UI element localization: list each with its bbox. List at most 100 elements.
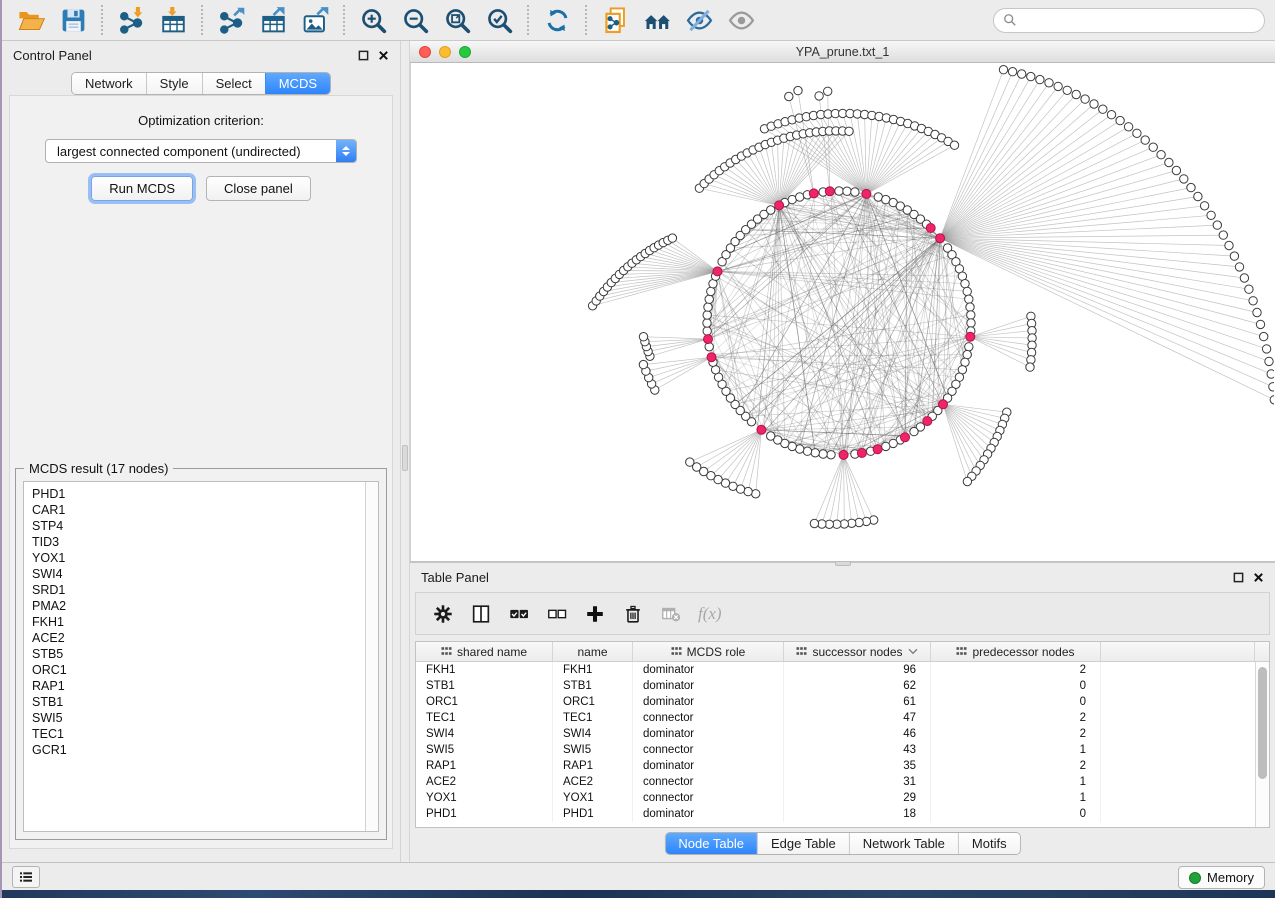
tab-node-table[interactable]: Node Table	[665, 833, 757, 854]
mcds-result-item[interactable]: CAR1	[32, 502, 378, 518]
table-cell: 1	[931, 742, 1101, 758]
network-canvas[interactable]	[410, 63, 1275, 561]
mcds-result-item[interactable]: STB5	[32, 646, 378, 662]
splitter-handle[interactable]	[402, 445, 408, 471]
desktop-wallpaper-edge	[0, 0, 2, 898]
new-network-from-selection-button[interactable]	[594, 3, 636, 37]
open-session-button[interactable]	[10, 3, 52, 37]
import-network-icon	[117, 6, 146, 35]
table-cell: 0	[931, 678, 1101, 694]
run-mcds-button[interactable]: Run MCDS	[91, 176, 193, 201]
mcds-result-item[interactable]: STB1	[32, 694, 378, 710]
mcds-result-item[interactable]: PHD1	[32, 486, 378, 502]
tab-mcds[interactable]: MCDS	[265, 73, 330, 94]
table-cell: 46	[784, 726, 931, 742]
tab-style[interactable]: Style	[146, 73, 202, 94]
function-builder-button[interactable]: f(x)	[698, 604, 722, 624]
mcds-result-item[interactable]: GCR1	[32, 742, 378, 758]
mcds-result-item[interactable]: STP4	[32, 518, 378, 534]
column-header-shared-name[interactable]: shared name	[416, 642, 553, 661]
mcds-result-item[interactable]: ACE2	[32, 630, 378, 646]
table-row[interactable]: SWI4SWI4dominator462	[416, 726, 1255, 742]
table-scrollbar-thumb[interactable]	[1258, 667, 1267, 779]
zoom-window-icon[interactable]	[459, 46, 471, 58]
import-network-button[interactable]	[110, 3, 152, 37]
horizontal-splitter-handle[interactable]	[835, 561, 851, 566]
network-graph[interactable]	[411, 63, 1274, 561]
zoom-fit-button[interactable]	[436, 3, 478, 37]
zoom-in-button[interactable]	[352, 3, 394, 37]
tab-motifs[interactable]: Motifs	[958, 833, 1020, 854]
minimize-window-icon[interactable]	[439, 46, 451, 58]
column-header-name[interactable]: name	[553, 642, 633, 661]
delete-row-button[interactable]	[622, 603, 644, 625]
mcds-result-item[interactable]: SWI5	[32, 710, 378, 726]
table-row[interactable]: PHD1PHD1dominator180	[416, 806, 1255, 822]
mcds-result-item[interactable]: SWI4	[32, 566, 378, 582]
table-row[interactable]: ACE2ACE2connector311	[416, 774, 1255, 790]
trash-icon	[622, 603, 644, 625]
table-cell: connector	[633, 774, 784, 790]
memory-button[interactable]: Memory	[1178, 866, 1265, 889]
optimization-criterion-select[interactable]: largest connected component (undirected)	[45, 139, 357, 163]
table-row[interactable]: STB1STB1dominator620	[416, 678, 1255, 694]
result-list-scrollbar[interactable]	[365, 482, 378, 831]
table-row[interactable]: TEC1TEC1connector472	[416, 710, 1255, 726]
export-image-button[interactable]	[294, 3, 336, 37]
delete-table-button[interactable]	[660, 603, 682, 625]
show-all-button[interactable]	[720, 3, 762, 37]
export-network-button[interactable]	[210, 3, 252, 37]
mcds-result-item[interactable]: PMA2	[32, 598, 378, 614]
network-window-titlebar[interactable]: YPA_prune.txt_1	[410, 41, 1275, 63]
zoom-selected-icon	[485, 6, 514, 35]
zoom-out-button[interactable]	[394, 3, 436, 37]
select-all-button[interactable]	[508, 603, 530, 625]
mcds-result-item[interactable]: FKH1	[32, 614, 378, 630]
close-panel-icon[interactable]	[378, 50, 389, 61]
float-panel-icon[interactable]	[358, 50, 369, 61]
tab-network-table[interactable]: Network Table	[849, 833, 958, 854]
table-row[interactable]: SWI5SWI5connector431	[416, 742, 1255, 758]
table-scrollbar[interactable]	[1255, 662, 1269, 827]
mcds-result-item[interactable]: YOX1	[32, 550, 378, 566]
mcds-result-item[interactable]: TID3	[32, 534, 378, 550]
table-row[interactable]: FKH1FKH1dominator962	[416, 662, 1255, 678]
tab-edge-table[interactable]: Edge Table	[757, 833, 849, 854]
tab-select[interactable]: Select	[202, 73, 265, 94]
mcds-result-item[interactable]: RAP1	[32, 678, 378, 694]
add-row-button[interactable]	[584, 603, 606, 625]
float-panel-icon[interactable]	[1233, 572, 1244, 583]
deselect-all-button[interactable]	[546, 603, 568, 625]
table-panel-title: Table Panel	[421, 570, 489, 585]
search-input[interactable]	[1023, 12, 1255, 29]
column-header-successor-nodes[interactable]: successor nodes	[784, 642, 931, 661]
close-panel-button[interactable]: Close panel	[206, 176, 311, 201]
refresh-layout-button[interactable]	[536, 3, 578, 37]
vertical-splitter[interactable]	[400, 41, 410, 862]
table-row[interactable]: RAP1RAP1dominator352	[416, 758, 1255, 774]
column-header-mcds-role[interactable]: MCDS role	[633, 642, 784, 661]
export-table-button[interactable]	[252, 3, 294, 37]
mcds-result-item[interactable]: SRD1	[32, 582, 378, 598]
mcds-result-item[interactable]: TEC1	[32, 726, 378, 742]
table-settings-button[interactable]	[432, 603, 454, 625]
table-row[interactable]: YOX1YOX1connector291	[416, 790, 1255, 806]
zoom-selected-button[interactable]	[478, 3, 520, 37]
close-panel-icon[interactable]	[1253, 572, 1264, 583]
table-toolbar: f(x)	[415, 592, 1270, 635]
mcds-result-item[interactable]: ORC1	[32, 662, 378, 678]
save-session-button[interactable]	[52, 3, 94, 37]
table-row[interactable]: ORC1ORC1dominator610	[416, 694, 1255, 710]
mcds-result-list[interactable]: PHD1CAR1STP4TID3YOX1SWI4SRD1PMA2FKH1ACE2…	[23, 481, 379, 832]
hide-selected-button[interactable]	[678, 3, 720, 37]
show-panels-button[interactable]	[12, 866, 40, 888]
import-table-button[interactable]	[152, 3, 194, 37]
export-network-icon	[217, 6, 246, 35]
table-cell: TEC1	[553, 710, 633, 726]
tab-network[interactable]: Network	[72, 73, 146, 94]
column-header-predecessor-nodes[interactable]: predecessor nodes	[931, 642, 1101, 661]
first-neighbors-button[interactable]	[636, 3, 678, 37]
close-window-icon[interactable]	[419, 46, 431, 58]
show-columns-button[interactable]	[470, 603, 492, 625]
search-field[interactable]	[993, 8, 1265, 33]
